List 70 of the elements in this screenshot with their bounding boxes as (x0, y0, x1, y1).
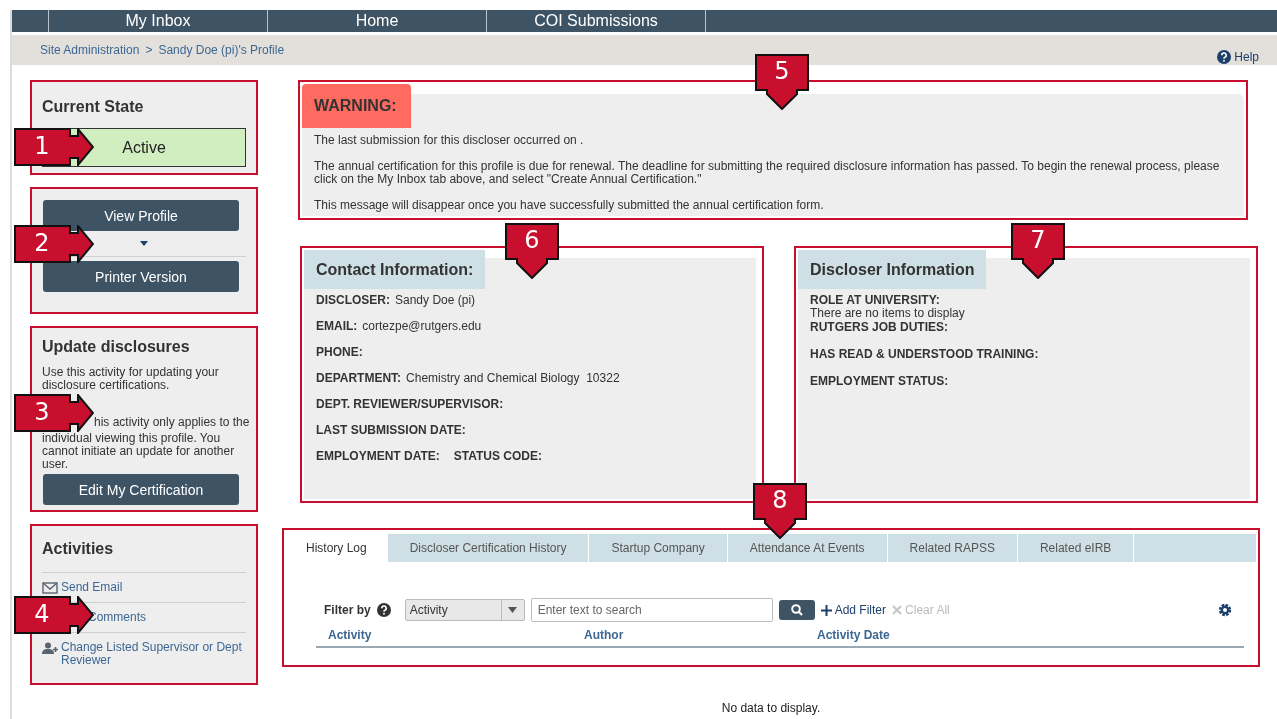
description-text: Use this activity for updating your disclosure certifications. (42, 366, 220, 392)
field-label: EMAIL: (316, 319, 358, 335)
warning-text: This message will disappear once you have successfully submitted the annual certification form. (314, 199, 825, 212)
warning-text: The annual certification for this profile is due for renewal. The deadline for submitting the required disclosure information has passed. To begin the renewal process, please click on the My Inbox tab above, and select "Create Annual Certification." (314, 160, 1221, 186)
field-label: LAST SUBMISSION DATE: (316, 423, 466, 439)
panel-title: Update disclosures (42, 338, 191, 356)
settings-icon (1218, 603, 1232, 617)
breadcrumb-link[interactable]: Sandy Doe (pi)'s Profile (158, 43, 285, 57)
column-header[interactable]: Author (584, 628, 817, 646)
tab[interactable]: Discloser Certification History (387, 534, 590, 562)
panel-title: Activities (42, 540, 115, 558)
activity-link[interactable]: Comments (88, 611, 146, 624)
help-icon (376, 603, 391, 617)
field-label: ROLE AT UNIVERSITY: (810, 293, 941, 307)
field-label: EMPLOYMENT DATE: (316, 449, 440, 465)
section-title: Contact Information: (304, 250, 486, 289)
nav-tab[interactable]: Home (268, 10, 487, 32)
printer-version-button[interactable]: Printer Version (43, 261, 239, 292)
caret-icon (140, 241, 148, 246)
edit-certification-button[interactable]: Edit My Certification (43, 474, 239, 505)
person-add-icon (42, 642, 58, 654)
field-value: Sandy Doe (pi) (395, 293, 476, 309)
plus-icon (820, 604, 832, 616)
help-icon (1217, 50, 1232, 64)
field-value: Chemistry and Chemical Biology 10322 (406, 371, 620, 387)
callout-marker: 8 (753, 483, 807, 539)
warning-text: The last submission for this discloser occurred on . (314, 134, 585, 147)
column-header[interactable]: Activity Date (817, 628, 890, 646)
filter-label: Filter by (324, 603, 371, 617)
search-icon (790, 604, 803, 616)
callout-marker: 3 (14, 394, 94, 432)
activity-link[interactable]: Change Listed Supervisor or Dept Reviewer (61, 641, 246, 667)
empty-message: No data to display. (720, 701, 822, 715)
panel-title: Current State (42, 98, 145, 116)
field-label: HAS READ & UNDERSTOOD TRAINING: (810, 347, 1040, 361)
search-button[interactable] (778, 600, 815, 620)
activity-link[interactable]: Send Email (61, 581, 123, 594)
breadcrumb-link[interactable]: Site Administration (40, 43, 140, 57)
search-field[interactable]: Enter text to search (530, 598, 773, 622)
field-label: DEPT. REVIEWER/SUPERVISOR: (316, 397, 504, 413)
warning-title: WARNING: (302, 84, 411, 128)
field-label: STATUS CODE: (453, 449, 542, 465)
nav-tab[interactable]: COI Submissions (487, 10, 706, 32)
field-label: DEPARTMENT: (316, 371, 402, 387)
empty-note: There are no items to display (810, 307, 966, 320)
field-label: EMPLOYMENT STATUS: (810, 374, 950, 388)
filter-dropdown[interactable]: Activity (404, 599, 525, 621)
callout-marker: 7 (1011, 223, 1065, 279)
nav-tab[interactable]: My Inbox (49, 10, 268, 32)
caret-icon (508, 607, 518, 613)
breadcrumb-separator: > (145, 43, 153, 57)
mail-icon (42, 582, 58, 594)
field-label: RUTGERS JOB DUTIES: (810, 320, 949, 334)
callout-marker: 5 (755, 54, 809, 110)
tab[interactable]: Related RAPSS (887, 534, 1018, 562)
column-header[interactable]: Activity (328, 628, 584, 646)
tab[interactable]: History Log (286, 534, 388, 562)
section-title: Discloser Information (798, 250, 987, 289)
callout-marker: 6 (505, 223, 559, 279)
tab[interactable]: Startup Company (589, 534, 728, 562)
close-icon (892, 605, 903, 615)
add-filter-link[interactable]: Add Filter (820, 603, 887, 617)
description-text: individual viewing this profile. You cannot initiate an update for another user. (42, 432, 236, 471)
field-label: PHONE: (316, 345, 363, 361)
tab[interactable]: Related eIRB (1017, 534, 1135, 562)
field-label: DISCLOSER: (316, 293, 390, 309)
help-link[interactable]: Help (1234, 50, 1259, 64)
view-profile-button[interactable]: View Profile (43, 200, 239, 231)
field-value: cortezpe@rutgers.edu (362, 319, 482, 335)
callout-marker: 2 (14, 225, 94, 263)
